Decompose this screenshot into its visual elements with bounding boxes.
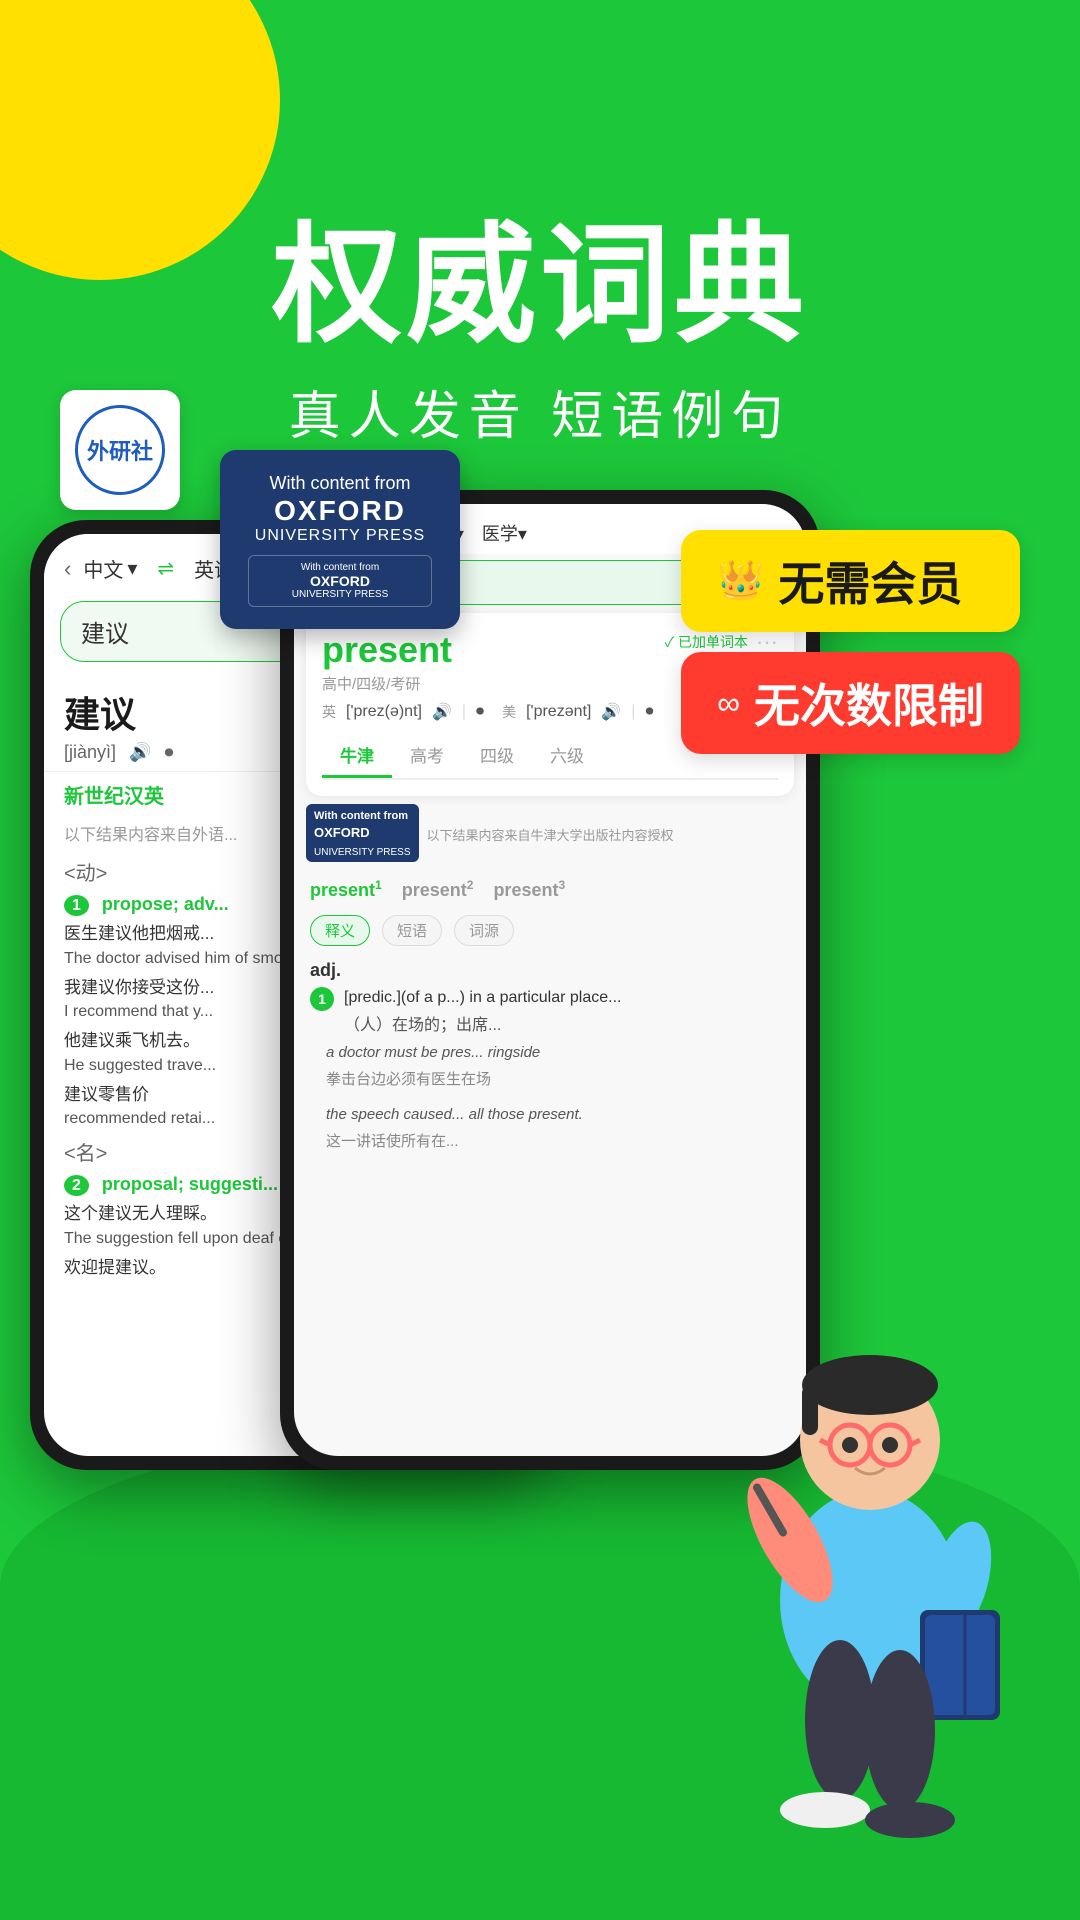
word-forms: present1 present2 present3 xyxy=(294,870,806,909)
us-phonetic: ['prezənt] xyxy=(526,703,591,721)
back-lang-from[interactable]: 中文▾ xyxy=(83,554,137,583)
oxford-notice-bar: With content from OXFORD UNIVERSITY PRES… xyxy=(306,804,794,864)
oxford-press-badge: With content from OXFORD UNIVERSITY PRES… xyxy=(220,450,460,629)
uk-video-icon[interactable]: ⏺ xyxy=(476,703,484,721)
word-form-1[interactable]: present1 xyxy=(310,878,382,901)
character-illustration xyxy=(670,1220,1070,1870)
sense-tab-definition[interactable]: 释义 xyxy=(310,915,370,946)
badge-unlimited-text: 无次数限制 xyxy=(754,670,984,736)
front-sense-1: 1 [predic.](of a p...) in a particular p… xyxy=(310,985,790,1035)
waiyanshe-inner: 外研社 xyxy=(75,405,165,495)
us-audio-icon[interactable]: 🔊 xyxy=(601,702,621,722)
back-arrow-icon: ‹ xyxy=(64,556,71,582)
us-label: 美 xyxy=(502,702,516,722)
front-mode[interactable]: 医学▾ xyxy=(482,520,527,546)
front-example-1a: a doctor must be pres... ringside 拳击台边必须… xyxy=(310,1035,790,1097)
sense-tabs: 释义 短语 词源 xyxy=(294,909,806,952)
sense-number-1: 1 xyxy=(310,987,334,1011)
waiyanshe-logo: 外研社 xyxy=(60,390,180,510)
front-def-chinese-1: （人）在场的；出席... xyxy=(344,1011,621,1035)
tab-gaokao[interactable]: 高考 xyxy=(392,734,462,778)
sense-tab-phrases[interactable]: 短语 xyxy=(382,915,442,946)
infinity-icon: ∞ xyxy=(717,685,740,722)
oxford-badge-title: OXFORD xyxy=(248,495,432,527)
uk-label: 英 xyxy=(322,702,336,722)
front-definition: adj. 1 [predic.](of a p...) in a particu… xyxy=(294,952,806,1167)
feature-badges: 👑 无需会员 ∞ 无次数限制 xyxy=(681,530,1020,754)
waiyanshe-text: 外研社 xyxy=(87,434,153,466)
badge-unlimited: ∞ 无次数限制 xyxy=(681,652,1020,754)
word-form-2[interactable]: present2 xyxy=(402,878,474,901)
front-def-text-1: [predic.](of a p...) in a particular pla… xyxy=(344,985,621,1011)
tab-oxford[interactable]: 牛津 xyxy=(322,734,392,778)
page-title: 权威词典 xyxy=(0,220,1080,350)
word-form-3[interactable]: present3 xyxy=(493,878,565,901)
oxford-badge-university-press: UNIVERSITY PRESS xyxy=(248,527,432,545)
us-video-icon[interactable]: ⏺ xyxy=(645,703,653,721)
uk-audio-icon[interactable]: 🔊 xyxy=(432,702,452,722)
front-pos: adj. xyxy=(310,960,790,981)
front-word-title: present xyxy=(322,629,452,671)
uk-phonetic: ['prez(ə)nt] xyxy=(346,703,422,721)
oxford-badge-with-content: With content from xyxy=(248,472,432,495)
sense-tab-etymology[interactable]: 词源 xyxy=(454,915,514,946)
back-swap-icon[interactable]: ⇌ xyxy=(157,556,174,581)
front-word-level: 高中/四级/考研 xyxy=(322,673,452,694)
oxford-notice-text: 以下结果内容来自牛津大学出版社内容授权 xyxy=(427,825,674,844)
tab-level6[interactable]: 六级 xyxy=(532,734,602,778)
front-example-1b: the speech caused... all those present. … xyxy=(310,1097,790,1159)
crown-icon: 👑 xyxy=(717,559,764,603)
tab-level4[interactable]: 四级 xyxy=(462,734,532,778)
badge-no-member: 👑 无需会员 xyxy=(681,530,1020,632)
badge-no-member-text: 无需会员 xyxy=(779,548,963,614)
